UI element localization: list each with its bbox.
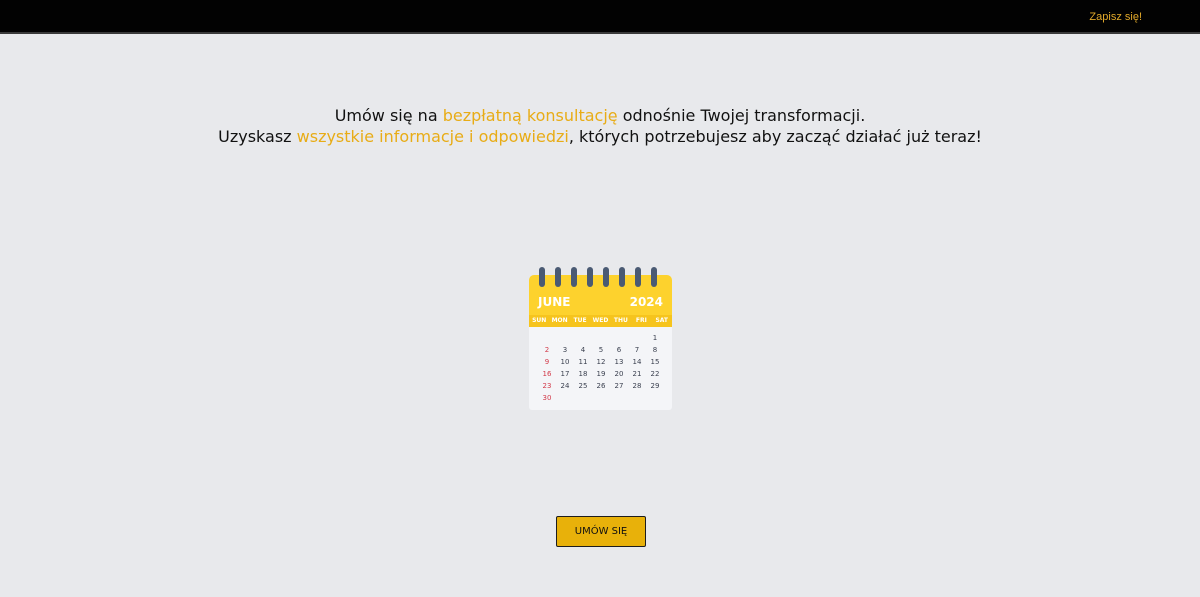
calendar-day: 15 [650, 358, 660, 366]
calendar-day: 18 [578, 370, 588, 378]
calendar-day [592, 392, 610, 404]
calendar-icon: JUNE 2024 SUN MON TUE WED THU FRI SAT 12345678… [529, 267, 672, 410]
calendar-rings [529, 267, 672, 289]
calendar-weekday: TUE [573, 317, 587, 324]
calendar-day [556, 392, 574, 404]
intro-line-2-start: Uzyskasz [218, 127, 297, 146]
calendar-ring [651, 267, 657, 287]
calendar-day: 21 [632, 370, 642, 378]
calendar-day: 29 [650, 382, 660, 390]
calendar-day: 12 [596, 358, 606, 366]
calendar-day: 19 [596, 370, 606, 378]
calendar-day: 23 [542, 382, 552, 390]
calendar-day: 1 [652, 334, 658, 342]
calendar-weekdays: SUN MON TUE WED THU FRI SAT [529, 315, 672, 327]
calendar-year: 2024 [629, 295, 663, 309]
calendar-day [628, 332, 646, 344]
calendar-day: 17 [560, 370, 570, 378]
intro-line-2-highlight: wszystkie informacje i odpowiedzi [296, 127, 569, 146]
calendar-day [628, 392, 646, 404]
calendar-day [646, 392, 664, 404]
calendar-ring [619, 267, 625, 287]
calendar-day: 4 [580, 346, 586, 354]
calendar-days-grid: 1 2 3 4 5 6 7 8 9 10 11 12 13 14 15 16 17 18 19 20 21 22 23 24 2… [538, 332, 664, 404]
calendar-day: 3 [562, 346, 568, 354]
calendar-day: 6 [616, 346, 622, 354]
calendar-body: 1 2 3 4 5 6 7 8 9 10 11 12 13 14 15 16 17 18 19 20 21 22 23 24 2… [529, 327, 672, 410]
calendar-ring [555, 267, 561, 287]
calendar-day [592, 332, 610, 344]
calendar-weekday: SAT [655, 317, 669, 324]
intro-line-1-start: Umów się na [334, 106, 443, 125]
calendar-ring [539, 267, 545, 287]
calendar-weekday: FRI [635, 317, 647, 324]
calendar-day [574, 332, 592, 344]
intro-line-2: Uzyskasz wszystkie informacje i odpowied… [0, 126, 1200, 147]
calendar-day: 13 [614, 358, 624, 366]
calendar-day: 26 [596, 382, 606, 390]
intro-line-2-end: , których potrzebujesz aby zacząć działa… [568, 127, 982, 146]
calendar-day: 24 [560, 382, 570, 390]
calendar-day: 28 [632, 382, 642, 390]
calendar-day: 10 [560, 358, 570, 366]
calendar-weekday: WED [592, 317, 609, 324]
calendar-ring [571, 267, 577, 287]
calendar-day [538, 332, 556, 344]
calendar-weekday: SUN [532, 317, 547, 324]
calendar-day: 11 [578, 358, 588, 366]
calendar-day: 2 [544, 346, 550, 354]
calendar-day: 30 [542, 394, 552, 402]
top-navigation-bar: Zapisz się! [0, 0, 1200, 34]
calendar-day: 14 [632, 358, 642, 366]
calendar-day [574, 392, 592, 404]
calendar-day: 27 [614, 382, 624, 390]
calendar-day: 20 [614, 370, 624, 378]
signup-link[interactable]: Zapisz się! [1089, 11, 1142, 23]
calendar-day [610, 392, 628, 404]
calendar-month: JUNE [538, 295, 571, 309]
calendar-ring [603, 267, 609, 287]
calendar-weekday: MON [551, 317, 568, 324]
intro-text: Umów się na bezpłatną konsultację odnośn… [0, 105, 1200, 147]
calendar-day [610, 332, 628, 344]
calendar-weekday: THU [613, 317, 628, 324]
intro-line-1-end: odnośnie Twojej transformacji. [617, 106, 866, 125]
calendar-day: 9 [544, 358, 550, 366]
calendar-ring [635, 267, 641, 287]
calendar-day [556, 332, 574, 344]
intro-line-1-highlight: bezpłatną konsultację [442, 106, 618, 125]
calendar-day: 5 [598, 346, 604, 354]
calendar-day: 7 [634, 346, 640, 354]
calendar-day: 25 [578, 382, 588, 390]
book-consultation-button[interactable]: UMÓW SIĘ [556, 516, 646, 547]
calendar-ring [587, 267, 593, 287]
calendar-day: 22 [650, 370, 660, 378]
calendar-day: 8 [652, 346, 658, 354]
calendar-day: 16 [542, 370, 552, 378]
intro-line-1: Umów się na bezpłatną konsultację odnośn… [0, 105, 1200, 126]
